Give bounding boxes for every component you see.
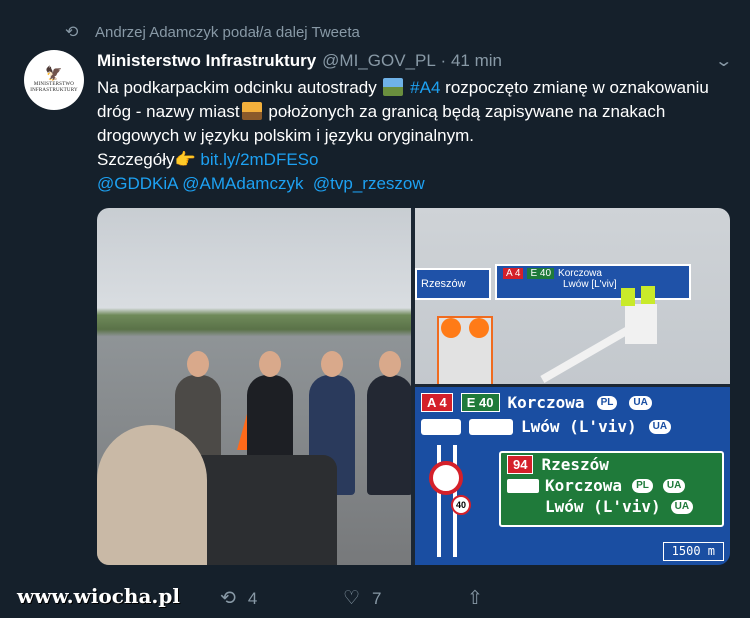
person-head: [321, 351, 343, 377]
bus-icon: [469, 418, 513, 435]
retweet-count: 4: [247, 588, 258, 608]
person-head: [187, 351, 209, 377]
retweet-button[interactable]: ⟲ 4: [220, 587, 257, 610]
sign-city-text: Korczowa: [558, 268, 602, 279]
panel-row-3: Lwów (L'viv) UA: [507, 497, 716, 516]
motorway-emoji-icon: [383, 78, 404, 96]
panel-city-lwow: Lwów (L'viv): [545, 497, 661, 516]
retweet-context: ⟲ Andrzej Adamczyk podał/a dalej Tweeta: [65, 22, 360, 42]
mention-tvp-rzeszow[interactable]: @tvp_rzeszow: [313, 174, 425, 193]
panel-pill-ua: UA: [670, 499, 694, 514]
sign-pill-ua: UA: [629, 395, 652, 410]
person: [367, 375, 411, 495]
tweet-text: Na podkarpackim odcinku autostrady #A4 r…: [97, 76, 737, 196]
chevron-down-icon[interactable]: ⌄: [714, 51, 733, 71]
road-sign-photo[interactable]: A 4 E 40 Korczowa PL UA Lwów (L'viv) UA …: [415, 387, 730, 565]
cameraman: [97, 425, 207, 565]
short-link[interactable]: bit.ly/2mDFESo: [200, 150, 318, 169]
worker: [641, 286, 655, 304]
mention-amadamczyk[interactable]: @AMAdamczyk: [182, 174, 303, 193]
media-grid: Rzeszów A 4 E 40 Korczowa Lwów [L'viv] A…: [97, 208, 730, 565]
sign-top-row: A 4 E 40 Korczowa PL UA: [421, 393, 652, 412]
retweet-icon: ⟲: [65, 24, 79, 41]
sign-city-text: Rzeszów: [421, 278, 466, 290]
panel-badge-94: 94: [507, 455, 534, 474]
eagle-emblem-icon: 🦅: [45, 65, 63, 81]
retweet-icon: ⟲: [220, 588, 236, 609]
watermark: www.wiocha.pl: [17, 584, 180, 608]
green-direction-panel: 94 Rzeszów Korczowa PL UA Lwów (L'viv) U…: [499, 451, 724, 527]
sign-pill-ua: UA: [648, 419, 672, 434]
press-conference-photo[interactable]: [97, 208, 411, 565]
tweet-timestamp[interactable]: 41 min: [451, 51, 502, 71]
panel-pill-pl: PL: [632, 478, 653, 493]
truck-icon: [507, 478, 539, 493]
rzeszow-sign: Rzeszów: [415, 268, 491, 300]
avatar-org-text: MINISTERSTWO INFRASTRUKTURY: [30, 82, 78, 93]
worker: [621, 288, 635, 306]
sign-installation-photo[interactable]: Rzeszów A 4 E 40 Korczowa Lwów [L'viv]: [415, 208, 730, 384]
sign-badge-e40: E 40: [527, 268, 555, 279]
share-button[interactable]: ⇧: [467, 587, 483, 610]
city-emoji-icon: [241, 102, 262, 120]
panel-row-1: 94 Rzeszów: [507, 455, 716, 474]
hashtag-link[interactable]: #A4: [410, 78, 440, 97]
no-trucks-icon: [429, 461, 463, 495]
sign-badge-e40: E 40: [460, 393, 500, 412]
panel-pill-ua: UA: [662, 478, 686, 493]
panel-city-korczowa: Korczowa: [545, 476, 623, 495]
lift-arm: [540, 321, 640, 383]
sign-city-text: Lwów [L'viv]: [563, 279, 617, 290]
sign-badge-a4: A 4: [421, 393, 453, 412]
car-icon: [421, 418, 461, 435]
time-separator: ·: [440, 51, 447, 70]
sign-pill-pl: PL: [596, 395, 618, 410]
panel-row-2: Korczowa PL UA: [507, 476, 716, 495]
pointing-hand-icon: 👉: [174, 150, 196, 169]
details-label: Szczegóły: [97, 150, 175, 169]
person-head: [259, 351, 281, 377]
warning-light: [441, 318, 461, 338]
sign-badge-a4: A 4: [503, 268, 524, 279]
tweet-header: Ministerstwo Infrastruktury @MI_GOV_PL ·…: [97, 51, 733, 71]
sign-city-lwow: Lwów (L'viv): [521, 417, 637, 436]
mention-gddkia[interactable]: @GDDKiA: [97, 174, 178, 193]
sign-second-row: Lwów (L'viv) UA: [421, 417, 672, 436]
speed-limit-sign: 40: [451, 495, 471, 515]
tweet-text-part1: Na podkarpackim odcinku autostrady: [97, 78, 377, 97]
retweet-text[interactable]: Andrzej Adamczyk podał/a dalej Tweeta: [95, 24, 360, 41]
like-count: 7: [372, 588, 382, 608]
korczowa-sign: A 4 E 40 Korczowa Lwów [L'viv]: [495, 264, 691, 300]
like-button[interactable]: ♡ 7: [343, 587, 382, 610]
distance-plate: 1500 m: [662, 542, 724, 561]
person-head: [379, 351, 401, 377]
author-handle[interactable]: @MI_GOV_PL: [322, 51, 436, 71]
panel-city-rzeszow: Rzeszów: [541, 455, 609, 474]
share-icon: ⇧: [467, 588, 483, 609]
avatar[interactable]: 🦅 MINISTERSTWO INFRASTRUKTURY: [24, 50, 84, 110]
author-name[interactable]: Ministerstwo Infrastruktury: [97, 51, 316, 71]
warning-light: [469, 318, 489, 338]
heart-icon: ♡: [343, 588, 361, 609]
sign-city-korczowa: Korczowa: [507, 393, 585, 412]
